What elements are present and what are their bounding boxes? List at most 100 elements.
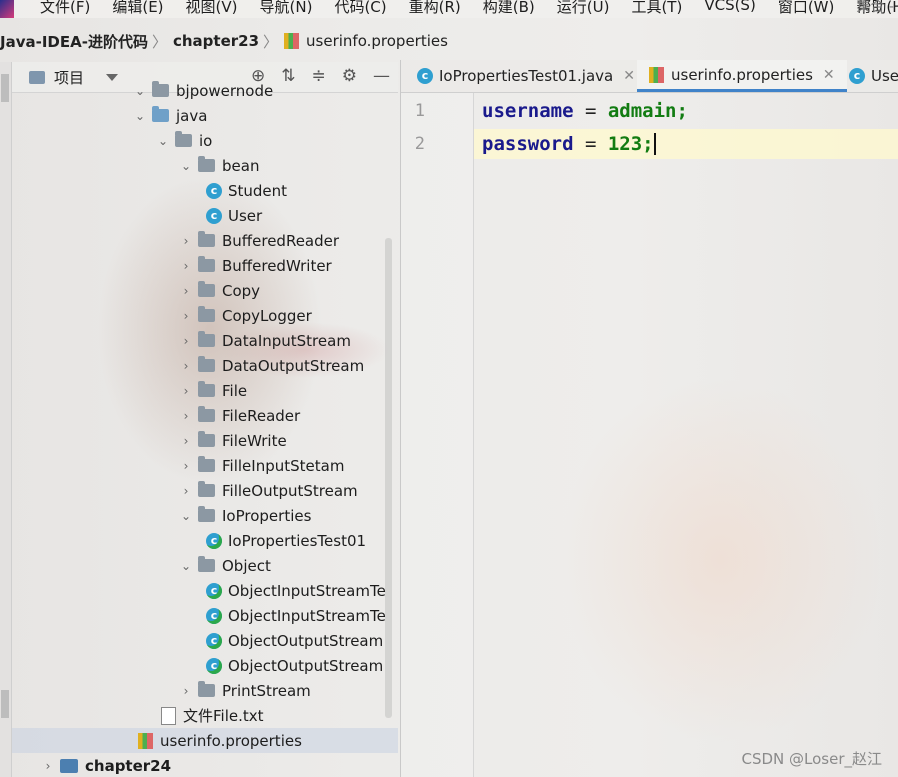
tree-item[interactable]: › DataInputStream	[12, 328, 398, 353]
tree-item[interactable]: c ObjectOutputStream	[12, 653, 398, 678]
tree-item-label: ObjectInputStreamTe	[228, 581, 386, 600]
code-line-current[interactable]: password = 123;	[474, 129, 898, 159]
chevron-down-icon[interactable]: ⌄	[134, 109, 146, 123]
tree-item[interactable]: › PrintStream	[12, 678, 398, 703]
chevron-down-icon[interactable]: ⌄	[180, 559, 192, 573]
tree-item[interactable]: › FileWrite	[12, 428, 398, 453]
menu-tools[interactable]: 工具(T)	[631, 0, 682, 17]
chevron-right-icon[interactable]: ›	[180, 284, 192, 298]
structure-tool-tab[interactable]	[1, 690, 9, 718]
tree-item[interactable]: c IoPropertiesTest01	[12, 528, 398, 553]
chevron-down-icon[interactable]: ⌄	[157, 134, 169, 148]
chevron-down-icon[interactable]: ⌄	[180, 159, 192, 173]
menu-refactor[interactable]: 重构(R)	[409, 0, 461, 17]
properties-file-icon	[138, 732, 153, 749]
tree-item-label: FileReader	[222, 406, 301, 425]
chevron-down-icon[interactable]: ⌄	[134, 84, 146, 98]
chevron-right-icon[interactable]: ›	[180, 259, 192, 273]
tree-item[interactable]: ⌄ bean	[12, 153, 398, 178]
folder-icon	[152, 106, 169, 122]
line-number-gutter: 1 2	[401, 93, 474, 777]
class-icon: c	[206, 207, 222, 224]
tree-item[interactable]: ⌄ io	[12, 128, 398, 153]
tree-item[interactable]: c ObjectOutputStream	[12, 628, 398, 653]
close-icon[interactable]: ✕	[623, 68, 635, 84]
tab-label: userinfo.properties	[671, 65, 813, 84]
tree-item[interactable]: c ObjectInputStreamTe	[12, 603, 398, 628]
tree-item[interactable]: › File	[12, 378, 398, 403]
property-separator: =	[573, 100, 608, 122]
tree-item[interactable]: c ObjectInputStreamTe	[12, 578, 398, 603]
tree-item-label: PrintStream	[222, 681, 311, 700]
chevron-right-icon: 〉	[151, 32, 167, 51]
tree-item[interactable]: c Student	[12, 178, 398, 203]
tree-item[interactable]: › Copy	[12, 278, 398, 303]
tree-item-label: 文件File.txt	[183, 707, 264, 725]
chevron-right-icon[interactable]: ›	[180, 359, 192, 373]
chevron-right-icon[interactable]: ›	[42, 759, 54, 773]
tree-item[interactable]: › DataOutputStream	[12, 353, 398, 378]
tree-item-label: bjpowernode	[176, 81, 274, 100]
tab-iopropertiestest01[interactable]: c IoPropertiesTest01.java ✕	[417, 60, 635, 92]
menu-view[interactable]: 视图(V)	[186, 0, 238, 17]
chevron-right-icon[interactable]: ›	[180, 434, 192, 448]
menu-file[interactable]: 文件(F)	[40, 0, 90, 17]
close-icon[interactable]: ✕	[823, 67, 835, 83]
tree-item[interactable]: ⌄ java	[12, 103, 398, 128]
chevron-down-icon[interactable]: ⌄	[180, 509, 192, 523]
tree-item[interactable]: › CopyLogger	[12, 303, 398, 328]
menu-navigate[interactable]: 导航(N)	[260, 0, 313, 17]
chevron-right-icon[interactable]: ›	[180, 684, 192, 698]
chevron-right-icon[interactable]: ›	[180, 384, 192, 398]
menu-edit[interactable]: 编辑(E)	[112, 0, 163, 17]
tab-userinfo-properties[interactable]: userinfo.properties ✕	[637, 60, 847, 92]
folder-icon	[198, 306, 215, 322]
tree-item[interactable]: › BufferedReader	[12, 228, 398, 253]
tree-item-label: io	[199, 131, 213, 150]
code-line[interactable]: username = admain;	[474, 96, 898, 126]
chevron-right-icon[interactable]: ›	[180, 484, 192, 498]
tree-item-label: IoPropertiesTest01	[228, 531, 367, 550]
left-tool-strip	[0, 62, 12, 777]
tree-item[interactable]: ⌄ Object	[12, 553, 398, 578]
tree-item[interactable]: ⌄ bjpowernode	[12, 78, 398, 103]
breadcrumb-module[interactable]: chapter23	[173, 32, 259, 50]
tree-item-label: Object	[222, 556, 271, 575]
tree-item-label: ObjectOutputStream	[228, 631, 384, 650]
tree-item[interactable]: › FilleInputStetam	[12, 453, 398, 478]
tree-item[interactable]: c User	[12, 203, 398, 228]
chevron-right-icon[interactable]: ›	[180, 334, 192, 348]
project-tool-tab[interactable]	[1, 74, 9, 102]
properties-file-icon	[649, 66, 664, 83]
tree-scrollbar[interactable]	[385, 238, 392, 718]
text-file-icon	[161, 706, 176, 725]
menu-vcs[interactable]: VCS(S)	[704, 0, 755, 17]
menu-window[interactable]: 窗口(W)	[778, 0, 835, 17]
menu-bar: 文件(F) 编辑(E) 视图(V) 导航(N) 代码(C) 重构(R) 构建(B…	[0, 0, 898, 18]
tree-item-label: FilleInputStetam	[222, 456, 345, 475]
property-value: 123;	[607, 133, 654, 155]
tree-item[interactable]: › FilleOutputStream	[12, 478, 398, 503]
tree-item-label: FileWrite	[222, 431, 287, 450]
tree-item[interactable]: › chapter24	[12, 753, 398, 777]
tree-item[interactable]: 文件File.txt	[12, 703, 398, 728]
breadcrumb-file[interactable]: userinfo.properties	[284, 32, 448, 50]
menu-code[interactable]: 代码(C)	[334, 0, 386, 17]
breadcrumb-project[interactable]: Java-IDEA-进阶代码	[0, 31, 148, 52]
folder-icon	[198, 556, 215, 572]
runnable-class-icon: c	[206, 532, 222, 549]
runnable-class-icon: c	[206, 657, 222, 674]
folder-icon	[198, 681, 215, 697]
tree-item[interactable]: › FileReader	[12, 403, 398, 428]
chevron-right-icon[interactable]: ›	[180, 234, 192, 248]
chevron-right-icon[interactable]: ›	[180, 459, 192, 473]
code-editor[interactable]: username = admain; password = 123;	[474, 93, 898, 777]
menu-build[interactable]: 构建(B)	[483, 0, 535, 17]
chevron-right-icon[interactable]: ›	[180, 309, 192, 323]
tree-item[interactable]: ⌄ IoProperties	[12, 503, 398, 528]
menu-run[interactable]: 运行(U)	[557, 0, 610, 17]
tree-item[interactable]: userinfo.properties	[12, 728, 398, 753]
tree-item[interactable]: › BufferedWriter	[12, 253, 398, 278]
tab-user[interactable]: c Use	[849, 60, 898, 92]
chevron-right-icon[interactable]: ›	[180, 409, 192, 423]
